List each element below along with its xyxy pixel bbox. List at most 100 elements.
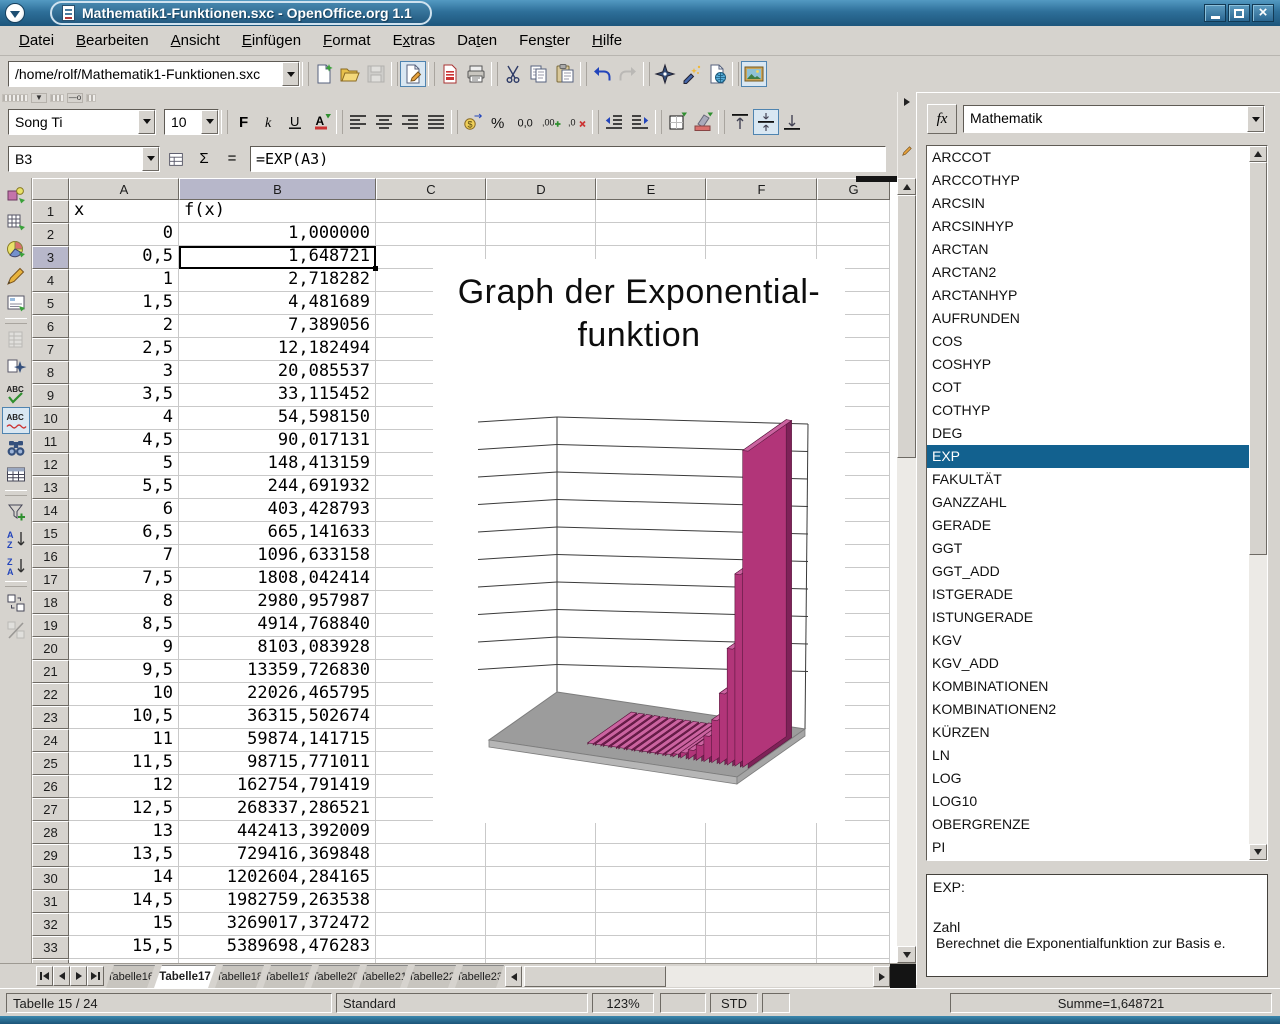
function-item-deg[interactable]: DEG	[927, 422, 1249, 445]
cell[interactable]	[706, 844, 817, 867]
tab-tabelle21[interactable]: Tabelle21	[359, 965, 408, 988]
cell-reference-dropdown[interactable]	[142, 147, 159, 171]
cell[interactable]: 1,000000	[179, 223, 376, 246]
draw-functions-button[interactable]	[2, 262, 30, 289]
cell[interactable]: 8	[69, 591, 179, 614]
cell[interactable]: 9,5	[69, 660, 179, 683]
cell[interactable]: 6	[69, 499, 179, 522]
cell[interactable]: 1982759,263538	[179, 890, 376, 913]
cell[interactable]	[596, 936, 706, 959]
cell[interactable]: f(x)	[179, 200, 376, 223]
cell[interactable]: 268337,286521	[179, 798, 376, 821]
vertical-scrollbar[interactable]	[897, 178, 916, 963]
scroll-down-button[interactable]	[1249, 844, 1267, 860]
print-button[interactable]	[463, 61, 489, 87]
cell[interactable]	[706, 890, 817, 913]
cell[interactable]: 54,598150	[179, 407, 376, 430]
tab-tabelle16[interactable]: Tabelle16	[106, 965, 155, 988]
function-item-kombinationen[interactable]: KOMBINATIONEN	[927, 675, 1249, 698]
function-item-kombinationen2[interactable]: KOMBINATIONEN2	[927, 698, 1249, 721]
row-header-2[interactable]: 2	[32, 223, 69, 246]
cell[interactable]	[817, 200, 890, 223]
hyperlink-button[interactable]	[704, 61, 730, 87]
paste-button[interactable]	[552, 61, 578, 87]
menu-hilfe[interactable]: Hilfe	[581, 28, 633, 53]
increase-indent-button[interactable]	[627, 109, 653, 135]
row-header-24[interactable]: 24	[32, 729, 69, 752]
row-header-21[interactable]: 21	[32, 660, 69, 683]
cell[interactable]	[486, 867, 596, 890]
cell[interactable]	[817, 936, 890, 959]
cell[interactable]: 36315,502674	[179, 706, 376, 729]
row-header-17[interactable]: 17	[32, 568, 69, 591]
cell[interactable]: 7,5	[69, 568, 179, 591]
function-item-ggt[interactable]: GGT	[927, 537, 1249, 560]
cell[interactable]: 4,5	[69, 430, 179, 453]
navigator-doc-button[interactable]	[2, 353, 30, 380]
cell[interactable]: 0	[69, 223, 179, 246]
valign-bottom-button[interactable]	[779, 109, 805, 135]
add-decimal-button[interactable]: ,00	[538, 109, 564, 135]
cell[interactable]	[376, 890, 486, 913]
function-item-aufrunden[interactable]: AUFRUNDEN	[927, 307, 1249, 330]
split-handle[interactable]	[856, 176, 897, 182]
cell[interactable]: 148,413159	[179, 453, 376, 476]
cell[interactable]	[817, 821, 890, 844]
cell[interactable]: 11	[69, 729, 179, 752]
pin-icon[interactable]: —o	[67, 93, 83, 103]
font-name-combo[interactable]: Song Ti	[8, 109, 156, 135]
cell[interactable]	[817, 913, 890, 936]
cell[interactable]: 12,5	[69, 798, 179, 821]
row-header-22[interactable]: 22	[32, 683, 69, 706]
toolbar-grip[interactable]	[50, 94, 64, 102]
function-item-cot[interactable]: COT	[927, 376, 1249, 399]
cell[interactable]: 1808,042414	[179, 568, 376, 591]
cell[interactable]: 98715,771011	[179, 752, 376, 775]
url-dropdown-button[interactable]	[282, 62, 299, 86]
cell[interactable]: 442413,392009	[179, 821, 376, 844]
insert-cells-button[interactable]	[2, 208, 30, 235]
function-item-istungerade[interactable]: ISTUNGERADE	[927, 606, 1249, 629]
function-item-arccot[interactable]: ARCCOT	[927, 146, 1249, 169]
cell[interactable]: 244,691932	[179, 476, 376, 499]
function-item-exp[interactable]: EXP	[927, 445, 1249, 468]
function-item-arcsinhyp[interactable]: ARCSINHYP	[927, 215, 1249, 238]
scroll-down-button[interactable]	[897, 946, 916, 963]
align-justify-button[interactable]	[423, 109, 449, 135]
cell[interactable]: 13	[69, 821, 179, 844]
sort-ascending-button[interactable]: AZ	[2, 525, 30, 552]
tab-tabelle20[interactable]: Tabelle20	[311, 965, 360, 988]
group-button[interactable]	[2, 589, 30, 616]
row-header-4[interactable]: 4	[32, 269, 69, 292]
cell[interactable]	[486, 890, 596, 913]
borders-button[interactable]	[664, 109, 690, 135]
gallery-button[interactable]	[741, 61, 767, 87]
scroll-left-button[interactable]	[505, 966, 522, 987]
cell[interactable]	[596, 913, 706, 936]
function-item-ganzzahl[interactable]: GANZZAHL	[927, 491, 1249, 514]
cell[interactable]: 13359,726830	[179, 660, 376, 683]
cell[interactable]: 3	[69, 361, 179, 384]
cell[interactable]	[376, 821, 486, 844]
cell[interactable]: 1096,633158	[179, 545, 376, 568]
row-header-26[interactable]: 26	[32, 775, 69, 798]
cell[interactable]: 5,5	[69, 476, 179, 499]
function-item-cos[interactable]: COS	[927, 330, 1249, 353]
cell[interactable]	[486, 844, 596, 867]
function-item-obergrenze[interactable]: OBERGRENZE	[927, 813, 1249, 836]
row-header-6[interactable]: 6	[32, 315, 69, 338]
cell[interactable]: 4914,768840	[179, 614, 376, 637]
autofilter-button[interactable]	[2, 498, 30, 525]
row-header-19[interactable]: 19	[32, 614, 69, 637]
cell[interactable]	[376, 936, 486, 959]
cell[interactable]	[817, 844, 890, 867]
cell[interactable]: 90,017131	[179, 430, 376, 453]
tab-tabelle23[interactable]: Tabelle23	[455, 965, 504, 988]
cell[interactable]	[486, 913, 596, 936]
cell[interactable]: 15	[69, 913, 179, 936]
row-header-1[interactable]: 1	[32, 200, 69, 223]
cell[interactable]	[376, 200, 486, 223]
menu-fenster[interactable]: Fenster	[508, 28, 581, 53]
cell[interactable]	[376, 223, 486, 246]
delete-decimal-button[interactable]: ,0	[564, 109, 590, 135]
